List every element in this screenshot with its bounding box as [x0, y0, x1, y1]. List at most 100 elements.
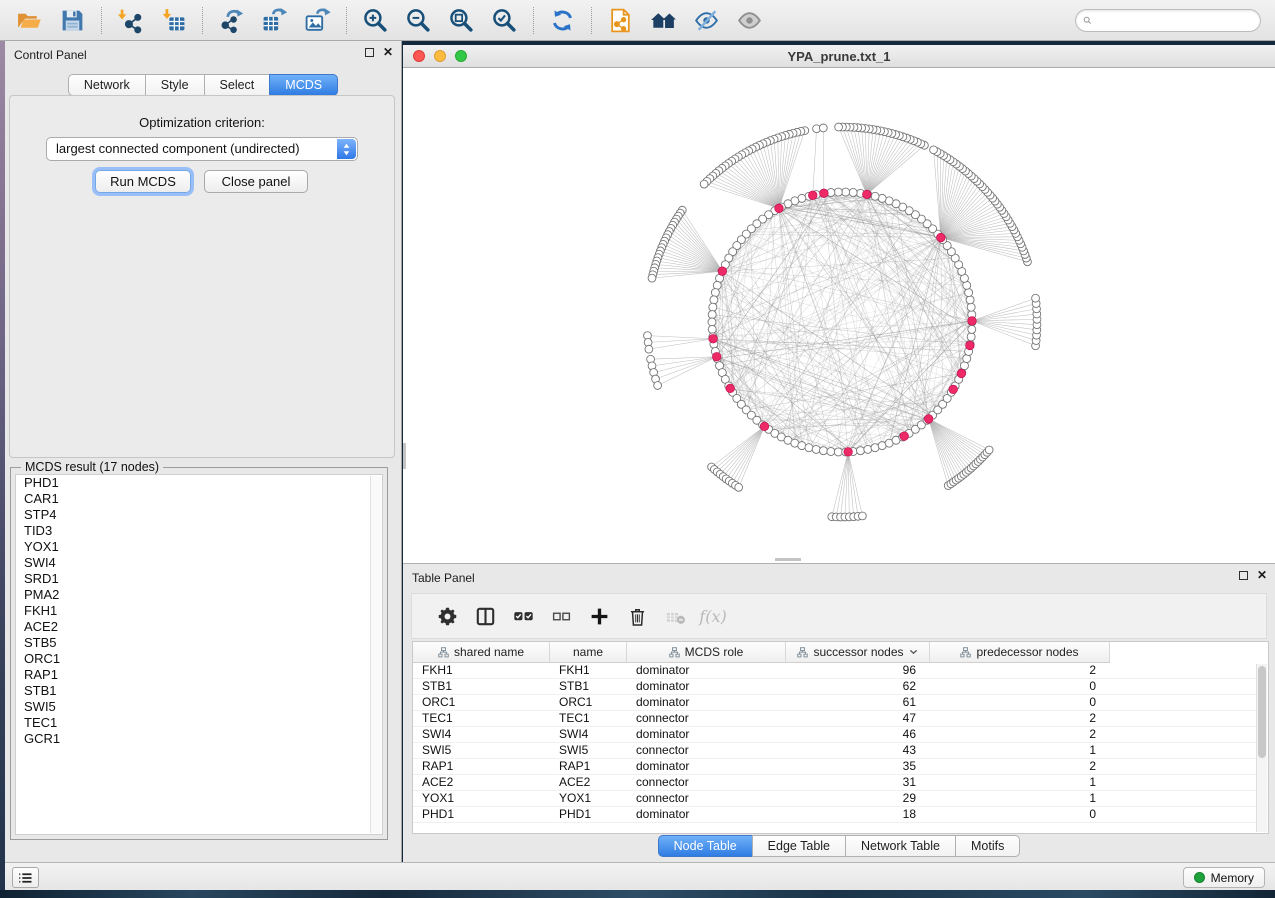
- satellite-node[interactable]: [819, 124, 827, 132]
- ring-node[interactable]: [708, 325, 716, 333]
- ring-node[interactable]: [963, 355, 971, 363]
- table-row[interactable]: TEC1TEC1connector472: [413, 711, 1268, 727]
- save-session-icon[interactable]: [51, 3, 94, 37]
- mcds-node[interactable]: [808, 191, 817, 200]
- ring-node[interactable]: [827, 448, 835, 456]
- satellite-node[interactable]: [930, 146, 938, 154]
- ring-node[interactable]: [709, 303, 717, 311]
- ring-node[interactable]: [834, 188, 842, 196]
- tab-network[interactable]: Network: [68, 74, 146, 96]
- import-table-icon[interactable]: [152, 3, 195, 37]
- mcds-result-item[interactable]: PMA2: [16, 587, 382, 603]
- tab-edge-table[interactable]: Edge Table: [752, 835, 846, 857]
- network-graph[interactable]: [403, 68, 1275, 563]
- tab-select[interactable]: Select: [204, 74, 271, 96]
- tab-mcds[interactable]: MCDS: [269, 74, 338, 96]
- open-file-icon[interactable]: [8, 3, 51, 37]
- apply-layout-icon[interactable]: [541, 3, 584, 37]
- mcds-node[interactable]: [900, 432, 909, 441]
- mcds-node[interactable]: [718, 267, 727, 276]
- mcds-node[interactable]: [709, 334, 718, 343]
- mcds-node[interactable]: [968, 317, 977, 326]
- optimization-criterion-select[interactable]: largest connected component (undirected): [46, 137, 358, 161]
- mcds-result-item[interactable]: TEC1: [16, 715, 382, 731]
- zoom-in-icon[interactable]: [354, 3, 397, 37]
- export-table-icon[interactable]: [253, 3, 296, 37]
- table-row[interactable]: STB1STB1dominator620: [413, 679, 1268, 695]
- satellite-node[interactable]: [835, 123, 843, 131]
- mcds-result-item[interactable]: STB5: [16, 635, 382, 651]
- table-scrollbar-thumb[interactable]: [1258, 666, 1266, 758]
- export-network-icon[interactable]: [210, 3, 253, 37]
- satellite-node[interactable]: [985, 446, 993, 454]
- mcds-node[interactable]: [760, 422, 769, 431]
- show-details-icon[interactable]: [728, 3, 771, 37]
- task-history-button[interactable]: [12, 867, 39, 888]
- mcds-list-scrollbar[interactable]: [370, 476, 381, 833]
- zoom-fit-icon[interactable]: [440, 3, 483, 37]
- ring-node[interactable]: [713, 281, 721, 289]
- ring-node[interactable]: [708, 318, 716, 326]
- column-header-MCDS-role[interactable]: MCDS role: [627, 642, 786, 663]
- mcds-result-item[interactable]: STP4: [16, 507, 382, 523]
- ring-node[interactable]: [711, 289, 719, 297]
- column-header-successor-nodes[interactable]: successor nodes: [786, 642, 930, 663]
- mcds-node[interactable]: [937, 233, 946, 242]
- mcds-node[interactable]: [820, 189, 829, 198]
- table-row[interactable]: FKH1FKH1dominator962: [413, 663, 1268, 679]
- mcds-result-item[interactable]: PHD1: [16, 475, 382, 491]
- ring-node[interactable]: [857, 447, 865, 455]
- select-all-icon[interactable]: [504, 599, 542, 633]
- table-row[interactable]: SWI5SWI5connector431: [413, 743, 1268, 759]
- tab-network-table[interactable]: Network Table: [845, 835, 956, 857]
- ring-node[interactable]: [967, 333, 975, 341]
- mcds-node[interactable]: [957, 369, 966, 378]
- table-row[interactable]: PHD1PHD1dominator180: [413, 807, 1268, 823]
- mcds-result-item[interactable]: RAP1: [16, 667, 382, 683]
- ring-node[interactable]: [842, 188, 850, 196]
- hide-details-icon[interactable]: [685, 3, 728, 37]
- mcds-node[interactable]: [726, 384, 735, 393]
- ring-node[interactable]: [967, 303, 975, 311]
- share-document-icon[interactable]: [599, 3, 642, 37]
- mcds-result-item[interactable]: SWI4: [16, 555, 382, 571]
- ring-node[interactable]: [812, 445, 820, 453]
- column-header-name[interactable]: name: [550, 642, 627, 663]
- mcds-result-item[interactable]: CAR1: [16, 491, 382, 507]
- tab-motifs[interactable]: Motifs: [955, 835, 1020, 857]
- satellite-node[interactable]: [858, 512, 866, 520]
- ring-node[interactable]: [965, 289, 973, 297]
- mcds-node[interactable]: [949, 385, 958, 394]
- table-row[interactable]: ACE2ACE2connector311: [413, 775, 1268, 791]
- table-row[interactable]: ORC1ORC1dominator610: [413, 695, 1268, 711]
- delete-entry-icon[interactable]: [618, 599, 656, 633]
- ring-node[interactable]: [819, 447, 827, 455]
- tab-node-table[interactable]: Node Table: [658, 835, 753, 857]
- ring-node[interactable]: [834, 448, 842, 456]
- tab-style[interactable]: Style: [145, 74, 205, 96]
- mcds-node[interactable]: [966, 341, 975, 350]
- satellite-node[interactable]: [700, 180, 708, 188]
- satellite-node[interactable]: [1032, 294, 1040, 302]
- ring-node[interactable]: [871, 192, 879, 200]
- satellite-node[interactable]: [645, 345, 653, 353]
- mcds-result-item[interactable]: ORC1: [16, 651, 382, 667]
- zoom-out-icon[interactable]: [397, 3, 440, 37]
- run-mcds-button[interactable]: Run MCDS: [95, 170, 191, 193]
- show-columns-icon[interactable]: [466, 599, 504, 633]
- ring-node[interactable]: [968, 325, 976, 333]
- mcds-node[interactable]: [712, 352, 721, 361]
- mcds-result-item[interactable]: FKH1: [16, 603, 382, 619]
- table-row[interactable]: SWI4SWI4dominator462: [413, 727, 1268, 743]
- ring-node[interactable]: [805, 444, 813, 452]
- close-panel-icon[interactable]: ✕: [383, 47, 393, 58]
- mcds-result-item[interactable]: STB1: [16, 683, 382, 699]
- ring-node[interactable]: [708, 311, 716, 319]
- home-icon[interactable]: [642, 3, 685, 37]
- memory-button[interactable]: Memory: [1183, 867, 1265, 888]
- close-table-panel-icon[interactable]: ✕: [1257, 570, 1267, 581]
- ring-node[interactable]: [710, 296, 718, 304]
- mcds-result-item[interactable]: TID3: [16, 523, 382, 539]
- float-table-panel-icon[interactable]: [1239, 571, 1248, 580]
- satellite-node[interactable]: [735, 483, 743, 491]
